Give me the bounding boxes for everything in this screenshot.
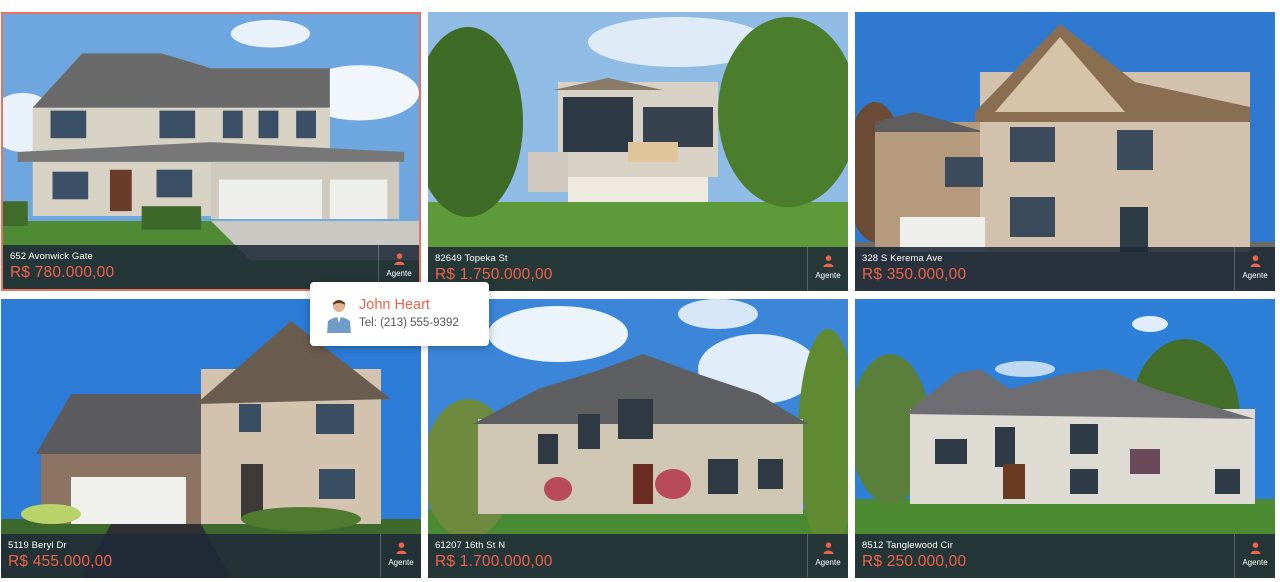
listing-card-16th-st[interactable]: 61207 16th St N R$ 1.700.000,00 Agente xyxy=(428,299,848,578)
listing-info-bar: 61207 16th St N R$ 1.700.000,00 Agente xyxy=(428,534,848,578)
listing-price: R$ 780.000,00 xyxy=(10,264,115,281)
agent-button[interactable]: Agente xyxy=(380,534,421,578)
agent-label: Agente xyxy=(388,558,414,567)
listing-address: 5119 Beryl Dr xyxy=(8,540,67,551)
listing-price: R$ 455.000,00 xyxy=(8,553,113,570)
person-icon xyxy=(396,542,407,554)
listing-card-topeka[interactable]: 82649 Topeka St R$ 1.750.000,00 Agente xyxy=(428,12,848,291)
listing-card-tanglewood[interactable]: 8512 Tanglewood Cir R$ 250.000,00 Agente xyxy=(855,299,1275,578)
listing-price: R$ 1.700.000,00 xyxy=(435,553,553,570)
agent-label: Agente xyxy=(815,271,841,280)
listing-price: R$ 350.000,00 xyxy=(862,266,967,283)
agent-button[interactable]: Agente xyxy=(1234,534,1275,578)
agent-label: Agente xyxy=(1242,271,1268,280)
person-icon xyxy=(1250,542,1261,554)
agent-tooltip: John Heart Tel: (213) 555-9392 xyxy=(310,282,489,346)
agent-avatar xyxy=(324,295,354,333)
agent-phone: Tel: (213) 555-9392 xyxy=(359,317,459,329)
agent-label: Agente xyxy=(815,558,841,567)
listing-address: 8512 Tanglewood Cir xyxy=(862,540,953,551)
agent-name: John Heart xyxy=(359,297,430,313)
agent-button[interactable]: Agente xyxy=(1234,247,1275,291)
agent-label: Agente xyxy=(1242,558,1268,567)
listing-info-bar: 328 S Kerema Ave R$ 350.000,00 Agente xyxy=(855,247,1275,291)
agent-label: Agente xyxy=(386,269,412,278)
listing-address: 652 Avonwick Gate xyxy=(10,251,93,262)
listing-card-kerema[interactable]: 328 S Kerema Ave R$ 350.000,00 Agente xyxy=(855,12,1275,291)
agent-button[interactable]: Agente xyxy=(807,534,848,578)
listings-grid: 652 Avonwick Gate R$ 780.000,00 Agente 8… xyxy=(1,12,1275,578)
person-icon xyxy=(1250,255,1261,267)
listing-price: R$ 250.000,00 xyxy=(862,553,967,570)
agent-button[interactable]: Agente xyxy=(807,247,848,291)
listing-card-avonwick[interactable]: 652 Avonwick Gate R$ 780.000,00 Agente xyxy=(1,12,421,291)
listing-address: 82649 Topeka St xyxy=(435,253,508,264)
listing-address: 61207 16th St N xyxy=(435,540,506,551)
person-icon xyxy=(823,255,834,267)
listing-address: 328 S Kerema Ave xyxy=(862,253,943,264)
listing-info-bar: 8512 Tanglewood Cir R$ 250.000,00 Agente xyxy=(855,534,1275,578)
person-icon xyxy=(823,542,834,554)
listing-info-bar: 82649 Topeka St R$ 1.750.000,00 Agente xyxy=(428,247,848,291)
listing-info-bar: 5119 Beryl Dr R$ 455.000,00 Agente xyxy=(1,534,421,578)
person-icon xyxy=(394,253,405,265)
